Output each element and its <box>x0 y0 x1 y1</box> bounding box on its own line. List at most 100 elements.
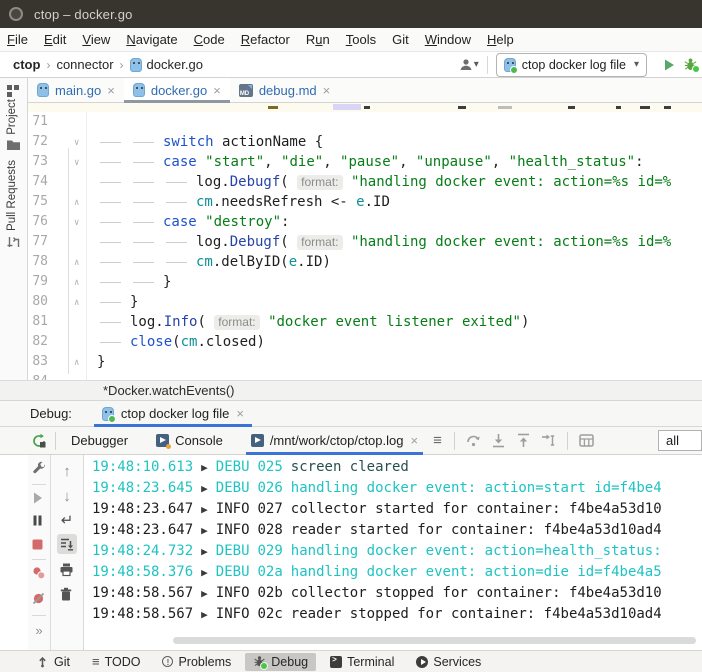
toolbar-divider <box>32 615 46 616</box>
mute-breakpoints-icon[interactable] <box>31 591 47 607</box>
fold-open-icon[interactable]: ∨ <box>74 133 79 153</box>
next-occurrence-icon[interactable]: ↓ <box>59 489 75 505</box>
toolbar-divider <box>55 432 56 450</box>
menu-git[interactable]: Git <box>384 32 417 47</box>
sidebar-item-project[interactable]: Project <box>6 99 18 135</box>
stop-button-icon[interactable] <box>31 538 47 554</box>
menu-window[interactable]: Window <box>417 32 479 47</box>
pause-program-icon[interactable] <box>31 514 47 530</box>
toolbar-divider <box>487 56 488 74</box>
breadcrumb-file[interactable]: docker.go <box>147 57 203 72</box>
evaluate-grid-icon[interactable] <box>578 432 595 449</box>
prev-occurrence-icon[interactable]: ↑ <box>59 464 75 480</box>
caret-down-icon: ▾ <box>474 59 479 70</box>
menu-view[interactable]: View <box>74 32 118 47</box>
horizontal-scrollbar[interactable] <box>173 637 696 644</box>
tool-window-terminal[interactable]: Terminal <box>322 653 402 671</box>
tab-log-file[interactable]: /mnt/work/ctop/ctop.log × <box>242 427 427 454</box>
soft-wrap-icon[interactable]: ↵ <box>59 513 75 529</box>
code-line-84: 84 <box>28 372 702 380</box>
code-line-71: 71 <box>28 112 702 132</box>
fold-open-icon[interactable]: ∨ <box>74 213 79 233</box>
step-over-icon[interactable] <box>465 432 482 449</box>
window-titlebar: ctop – docker.go <box>0 0 702 28</box>
fold-close-icon[interactable]: ∧ <box>74 353 79 373</box>
tool-window-label: Git <box>54 655 70 669</box>
log-separator-icon: ▶ <box>201 587 208 600</box>
tool-window-services[interactable]: Services <box>408 653 489 671</box>
wrench-settings-icon[interactable] <box>31 461 47 477</box>
close-icon[interactable]: × <box>323 84 331 97</box>
fold-close-icon[interactable]: ∧ <box>74 273 79 293</box>
problems-icon: ! <box>162 656 173 667</box>
tab-debugger[interactable]: Debugger <box>62 427 137 454</box>
fold-close-icon[interactable]: ∧ <box>74 293 79 313</box>
close-icon[interactable]: × <box>107 84 115 97</box>
window-title: ctop – docker.go <box>34 7 133 22</box>
tab-console[interactable]: Console <box>147 427 232 454</box>
tool-window-todo[interactable]: ≡ TODO <box>84 652 148 672</box>
code-editor[interactable]: 71 72 ∨ switch actionName { 73 ∨ case "s… <box>28 103 702 380</box>
running-status-dot <box>260 662 268 670</box>
resume-program-icon[interactable] <box>31 491 47 507</box>
close-icon[interactable]: × <box>213 84 221 97</box>
fold-open-icon[interactable]: ∨ <box>74 153 79 173</box>
menu-refactor[interactable]: Refactor <box>233 32 298 47</box>
tool-window-git[interactable]: Git <box>28 653 78 671</box>
sidebar-item-pull-requests[interactable]: Pull Requests <box>6 160 18 231</box>
scroll-up-icon[interactable] <box>515 432 532 449</box>
tool-window-problems[interactable]: ! Problems <box>154 653 239 671</box>
close-icon[interactable]: × <box>410 433 418 448</box>
run-button[interactable] <box>662 58 676 72</box>
scroll-to-end-icon[interactable] <box>57 534 77 554</box>
log-separator-icon: ▶ <box>201 461 208 474</box>
menu-navigate[interactable]: Navigate <box>118 32 185 47</box>
trash-clear-icon[interactable] <box>59 587 75 603</box>
log-output[interactable]: 19:48:10.613▶DEBU025screen cleared 19:48… <box>84 455 702 650</box>
hamburger-menu-icon[interactable]: ≡ <box>427 432 448 449</box>
log-level-filter-select[interactable]: all <box>658 430 702 451</box>
menu-edit[interactable]: Edit <box>36 32 74 47</box>
pull-request-icon[interactable] <box>6 235 22 251</box>
user-account-icon[interactable]: ▾ <box>458 57 479 73</box>
debug-panel-header: Debug: ctop docker log file × <box>0 400 702 427</box>
more-actions-icon[interactable]: » <box>31 623 47 639</box>
breadcrumb-package[interactable]: connector <box>56 57 113 72</box>
scroll-down-icon[interactable] <box>490 432 507 449</box>
editor-context-bar[interactable]: *Docker.watchEvents() <box>0 380 702 400</box>
tab-docker-go[interactable]: docker.go × <box>124 78 230 102</box>
menu-help[interactable]: Help <box>479 32 522 47</box>
fold-close-icon[interactable]: ∧ <box>74 193 79 213</box>
debug-button[interactable] <box>683 57 698 72</box>
fold-close-icon[interactable]: ∧ <box>74 253 79 273</box>
code-line-76: 76 ∨ case "destroy": <box>28 212 702 232</box>
log-separator-icon: ▶ <box>201 608 208 621</box>
menu-file[interactable]: File <box>0 32 36 47</box>
print-icon[interactable] <box>59 562 75 578</box>
tab-main-go[interactable]: main.go × <box>28 78 124 102</box>
tool-window-debug[interactable]: Debug <box>245 653 316 671</box>
go-debug-config-icon <box>504 58 516 72</box>
menu-tools[interactable]: Tools <box>338 32 384 47</box>
go-file-icon <box>133 83 145 97</box>
terminal-icon <box>330 656 342 668</box>
debug-session-tab[interactable]: ctop docker log file × <box>94 401 252 426</box>
view-breakpoints-icon[interactable] <box>31 565 47 581</box>
tool-window-grid-icon[interactable] <box>6 84 22 100</box>
tab-label: main.go <box>55 83 101 98</box>
run-to-cursor-icon[interactable] <box>540 432 557 449</box>
folder-icon[interactable] <box>6 138 22 154</box>
window-control-button[interactable] <box>9 7 23 21</box>
close-icon[interactable]: × <box>236 406 244 421</box>
menu-code[interactable]: Code <box>186 32 233 47</box>
rerun-button[interactable] <box>31 433 47 449</box>
breadcrumb-project[interactable]: ctop <box>13 57 40 72</box>
log-separator-icon: ▶ <box>201 524 208 537</box>
tab-debug-md[interactable]: debug.md × <box>230 78 339 102</box>
menu-run[interactable]: Run <box>298 32 338 47</box>
code-line-80: 80 ∧ } <box>28 292 702 312</box>
code-line-81: 81 log.Info( format: "docker event liste… <box>28 312 702 332</box>
parameter-hint: format: <box>297 235 342 250</box>
run-configuration-select[interactable]: ctop docker log file ▾ <box>496 53 647 77</box>
code-line-77: 77 log.Debugf( format: "handling docker … <box>28 232 702 252</box>
